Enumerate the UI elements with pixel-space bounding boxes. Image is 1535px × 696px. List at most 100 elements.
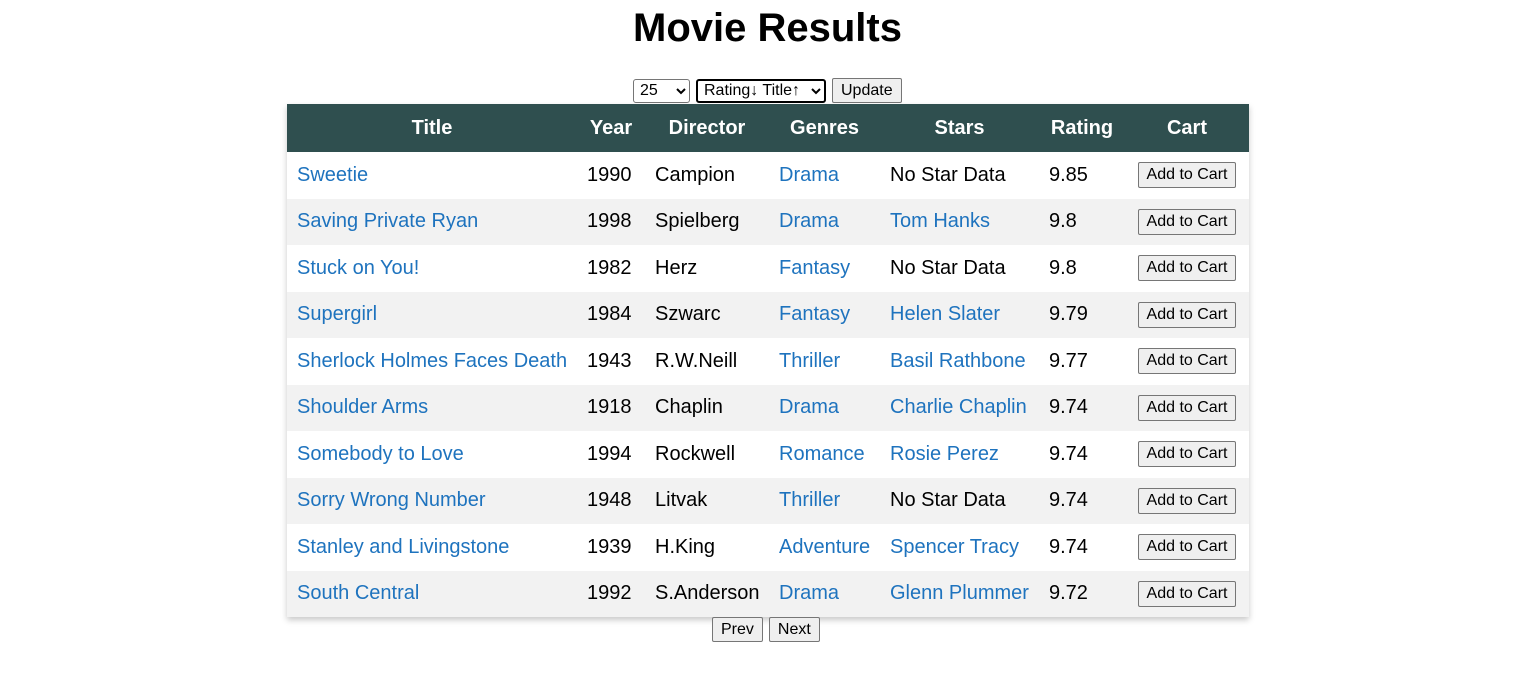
movie-genre-link[interactable]: Drama	[779, 582, 839, 604]
add-to-cart-button[interactable]: Add to Cart	[1137, 255, 1237, 282]
movie-director: Spielberg	[655, 210, 740, 233]
movie-genre-link-cell: Fantasy	[769, 245, 880, 292]
movie-director: Campion	[655, 163, 736, 186]
cart-cell: Add to Cart	[1125, 524, 1249, 571]
movie-star-link[interactable]: Rosie Perez	[890, 443, 999, 465]
movie-rating: 9.72	[1049, 582, 1088, 605]
movie-title-link[interactable]: Shoulder Arms	[297, 396, 428, 418]
movie-star-link[interactable]: Charlie Chaplin	[890, 396, 1027, 418]
movie-star-link-cell: Helen Slater	[880, 291, 1039, 338]
movie-title-link-cell: Sorry Wrong Number	[287, 477, 577, 524]
movie-genre-link-cell: Drama	[769, 198, 880, 245]
movie-year-cell: 1918	[577, 384, 645, 431]
update-button[interactable]: Update	[832, 78, 902, 103]
sort-select[interactable]: Rating↓ Title↑	[696, 78, 826, 103]
add-to-cart-button[interactable]: Add to Cart	[1137, 580, 1237, 607]
movie-title-link-cell: Supergirl	[287, 291, 577, 338]
add-to-cart-button[interactable]: Add to Cart	[1137, 162, 1237, 189]
movie-genre-link[interactable]: Drama	[779, 396, 839, 418]
results-table: Title Year Director Genres Stars Rating Cart S…	[287, 104, 1249, 617]
movie-genre-link[interactable]: Fantasy	[779, 257, 850, 279]
movie-genre-link-cell: Thriller	[769, 338, 880, 385]
table-row: Sorry Wrong Number 1948 Litvak Thriller No S…	[287, 477, 1249, 524]
cart-cell: Add to Cart	[1125, 291, 1249, 338]
movie-genre-link[interactable]: Fantasy	[779, 303, 850, 325]
add-to-cart-button[interactable]: Add to Cart	[1137, 301, 1237, 328]
movie-star-link[interactable]: Basil Rathbone	[890, 350, 1026, 372]
movie-title-link-cell: Sherlock Holmes Faces Death	[287, 338, 577, 385]
add-to-cart-button[interactable]: Add to Cart	[1137, 394, 1237, 421]
movie-title-link[interactable]: South Central	[297, 582, 419, 604]
movie-director: Chaplin	[655, 396, 723, 419]
page-title: Movie Results	[633, 6, 902, 50]
movie-year: 1982	[587, 256, 632, 279]
movie-director-cell: R.W.Neill	[645, 338, 769, 385]
movie-rating-cell: 9.74	[1039, 524, 1125, 571]
movie-year: 1943	[587, 349, 632, 372]
movie-title-link[interactable]: Sherlock Holmes Faces Death	[297, 350, 567, 372]
movie-director-cell: S.Anderson	[645, 570, 769, 617]
movie-rating: 9.8	[1049, 210, 1077, 233]
movie-rating: 9.77	[1049, 349, 1088, 372]
movie-genre-link-cell: Drama	[769, 570, 880, 617]
movie-title-link-cell: Stanley and Livingstone	[287, 524, 577, 571]
add-to-cart-button[interactable]: Add to Cart	[1137, 208, 1237, 235]
movie-genre-link[interactable]: Drama	[779, 164, 839, 186]
movie-year: 1992	[587, 582, 632, 605]
movie-star-link[interactable]: Helen Slater	[890, 303, 1000, 325]
table-row: Supergirl 1984 Szwarc Fantasy Helen Slater 9.…	[287, 291, 1249, 338]
cart-cell: Add to Cart	[1125, 198, 1249, 245]
movie-star-text: No Star Data	[890, 489, 1006, 512]
movie-star-link[interactable]: Spencer Tracy	[890, 536, 1019, 558]
movie-rating: 9.74	[1049, 442, 1088, 465]
movie-title-link[interactable]: Stuck on You!	[297, 257, 419, 279]
movie-title-link[interactable]: Sweetie	[297, 164, 368, 186]
column-header-cart: Cart	[1125, 104, 1249, 152]
movie-title-link[interactable]: Stanley and Livingstone	[297, 536, 509, 558]
column-header-genres: Genres	[769, 104, 880, 152]
movie-year-cell: 1992	[577, 570, 645, 617]
movie-genre-link[interactable]: Drama	[779, 210, 839, 232]
movie-year: 1998	[587, 210, 632, 233]
cart-cell: Add to Cart	[1125, 245, 1249, 292]
add-to-cart-button[interactable]: Add to Cart	[1137, 348, 1237, 375]
movie-director-cell: Herz	[645, 245, 769, 292]
movie-rating: 9.74	[1049, 535, 1088, 558]
movie-rating-cell: 9.85	[1039, 152, 1125, 199]
movie-genre-link-cell: Drama	[769, 384, 880, 431]
movie-star-link[interactable]: Tom Hanks	[890, 210, 990, 232]
movie-rating-cell: 9.8	[1039, 245, 1125, 292]
movie-title-link[interactable]: Somebody to Love	[297, 443, 464, 465]
add-to-cart-button[interactable]: Add to Cart	[1137, 534, 1237, 561]
next-button[interactable]: Next	[768, 617, 820, 642]
movie-year: 1990	[587, 163, 632, 186]
cart-cell: Add to Cart	[1125, 431, 1249, 478]
table-row: South Central 1992 S.Anderson Drama Glenn Pl…	[287, 570, 1249, 617]
movie-star-text: No Star Data	[890, 163, 1006, 186]
movie-genre-link[interactable]: Thriller	[779, 350, 840, 372]
movie-rating-cell: 9.74	[1039, 477, 1125, 524]
movie-star-text-cell: No Star Data	[880, 152, 1039, 199]
movie-genre-link[interactable]: Adventure	[779, 536, 870, 558]
per-page-select[interactable]: 25	[633, 78, 690, 103]
cart-cell: Add to Cart	[1125, 477, 1249, 524]
movie-title-link[interactable]: Sorry Wrong Number	[297, 489, 486, 511]
movie-title-link[interactable]: Supergirl	[297, 303, 377, 325]
pagination: Prev Next	[712, 617, 820, 642]
add-to-cart-button[interactable]: Add to Cart	[1137, 487, 1237, 514]
movie-genre-link[interactable]: Romance	[779, 443, 865, 465]
movie-star-link[interactable]: Glenn Plummer	[890, 582, 1029, 604]
movie-year-cell: 1984	[577, 291, 645, 338]
table-row: Sherlock Holmes Faces Death 1943 R.W.Neill…	[287, 338, 1249, 385]
movie-title-link[interactable]: Saving Private Ryan	[297, 210, 478, 232]
table-row: Stanley and Livingstone 1939 H.King Adventu…	[287, 524, 1249, 571]
add-to-cart-button[interactable]: Add to Cart	[1137, 441, 1237, 468]
movie-director-cell: Rockwell	[645, 431, 769, 478]
movie-star-link-cell: Tom Hanks	[880, 198, 1039, 245]
prev-button[interactable]: Prev	[712, 617, 763, 642]
page: Movie Results 25 Rating↓ Title↑ Update T…	[0, 0, 1535, 696]
table-body: Sweetie 1990 Campion Drama No Star Data 9.85 A…	[287, 152, 1249, 617]
movie-star-link-cell: Basil Rathbone	[880, 338, 1039, 385]
movie-genre-link[interactable]: Thriller	[779, 489, 840, 511]
movie-year-cell: 1982	[577, 245, 645, 292]
